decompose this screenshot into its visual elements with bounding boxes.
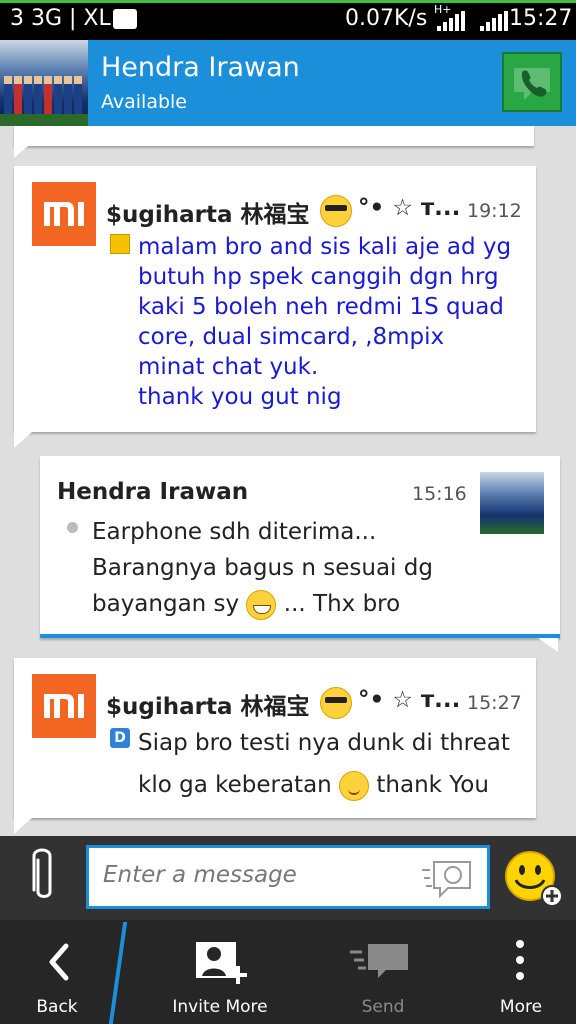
back-label: Back — [36, 997, 78, 1017]
message-text: Earphone sdh diterima... Barangnya bagus… — [92, 514, 433, 622]
message-text: malam bro and sis kali aje ad yg butuh h… — [138, 234, 512, 410]
sender-name-suffix: °• ☆ т... — [358, 687, 461, 713]
quick-send-icon[interactable] — [420, 856, 476, 900]
previous-message-bubble — [14, 126, 534, 146]
clock: 15:27 — [509, 6, 573, 31]
mi-logo-icon — [44, 202, 84, 226]
message-time: 19:12 — [467, 200, 522, 222]
bbm-send-icon — [350, 944, 408, 978]
cool-emoji-icon — [320, 687, 352, 719]
bubble-tail — [14, 432, 32, 448]
delivered-dot-icon — [67, 522, 78, 533]
phone-icon — [514, 68, 550, 100]
sender-name: $ugiharta 林福宝 — [106, 202, 310, 228]
mi-avatar[interactable] — [32, 674, 96, 738]
speech-bubble-icon — [422, 861, 471, 899]
bubble-tail — [538, 638, 558, 652]
carrier-text: 3 3G | XL — [10, 6, 111, 31]
send-label: Send — [361, 997, 405, 1017]
network-speed: 0.07K/s — [345, 6, 428, 31]
attach-button[interactable] — [22, 848, 66, 908]
emoticon-button[interactable] — [504, 850, 564, 910]
call-button[interactable] — [502, 52, 562, 112]
sender-name: Hendra Irawan — [57, 479, 249, 505]
mi-logo-icon — [44, 694, 84, 718]
contact-status: Available — [101, 91, 188, 113]
overflow-menu-icon — [516, 940, 524, 980]
invite-contact-icon — [196, 942, 247, 984]
message-time: 15:16 — [412, 483, 467, 505]
status-accent-line — [0, 0, 576, 3]
back-arrow-icon — [49, 943, 69, 981]
message-text: Siap bro testi nya dunk di threat klo ga… — [138, 722, 510, 806]
sender-name: $ugiharta 林福宝 — [106, 694, 310, 720]
bubble-tail — [14, 818, 32, 834]
d-status-icon: D — [110, 728, 130, 748]
sender-name-suffix: °• ☆ т... — [358, 195, 461, 221]
broadcast-icon — [110, 234, 130, 254]
mi-avatar[interactable] — [32, 182, 96, 246]
bubble-tail — [14, 146, 28, 158]
message-time: 15:27 — [467, 692, 522, 714]
more-label: More — [499, 997, 543, 1017]
bbm-notification-icon — [113, 9, 137, 29]
invite-more-label: Invite More — [172, 997, 268, 1017]
grin-emoji-icon — [246, 589, 277, 620]
cool-emoji-icon — [320, 195, 352, 227]
contact-avatar[interactable] — [0, 40, 88, 126]
status-bar: 3 3G | XL 0.07K/s H+ 15:27 — [0, 0, 576, 40]
signal-icon-2 — [480, 11, 508, 31]
contact-name[interactable]: Hendra Irawan — [101, 52, 300, 83]
paperclip-icon — [32, 848, 52, 898]
smile-emoji-icon — [339, 770, 370, 801]
smiley-add-icon — [505, 851, 563, 907]
message-placeholder: Enter a message — [103, 862, 297, 888]
signal-icon-1 — [437, 11, 465, 31]
sender-avatar[interactable] — [480, 472, 544, 534]
